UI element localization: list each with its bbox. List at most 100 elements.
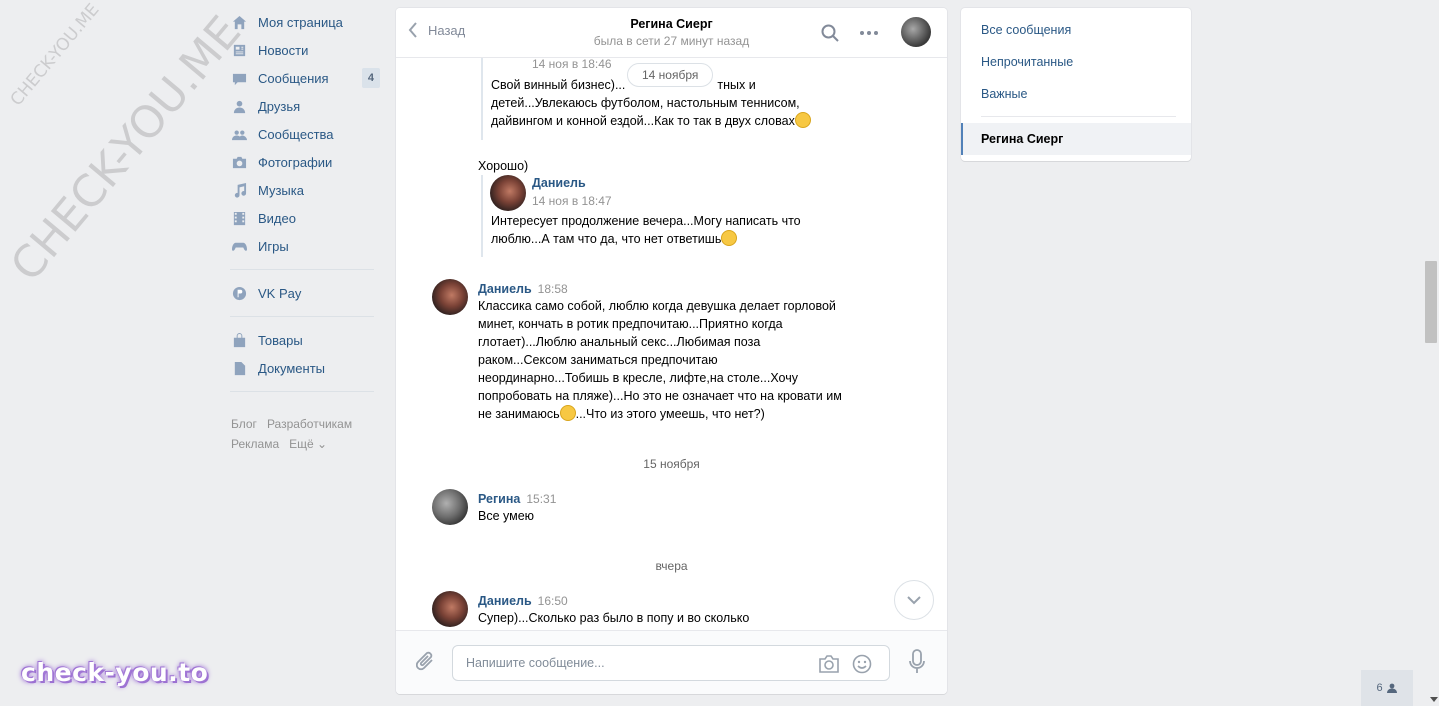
online-friends-chip[interactable]: 6	[1361, 670, 1413, 706]
message-text: Супер)...Сколько раз было в попу и во ск…	[478, 611, 750, 625]
nav-divider	[230, 391, 374, 392]
scroll-down-arrow-icon[interactable]	[1430, 697, 1438, 702]
message-text: дайвингом и конной ездой...Как то так в …	[491, 114, 795, 128]
chevron-down-icon	[907, 596, 921, 605]
watermark-small: CHECK-YOU.ME	[6, 0, 104, 111]
search-icon[interactable]	[821, 24, 839, 42]
nav-item-games[interactable]: Игры	[226, 232, 386, 260]
active-conversation[interactable]: Регина Сиерг	[961, 123, 1191, 155]
bag-icon	[230, 332, 248, 348]
nav-item-label: Новости	[258, 42, 309, 58]
emoji-icon	[559, 405, 576, 421]
nav-item-video[interactable]: Видео	[226, 204, 386, 232]
message-author[interactable]: Даниель	[532, 176, 586, 190]
floating-date-badge: 14 ноября	[627, 63, 714, 87]
emoji-icon	[794, 112, 811, 128]
avatar[interactable]	[432, 279, 468, 315]
music-icon	[230, 182, 248, 198]
panel-divider	[981, 116, 1176, 117]
friends-icon	[230, 98, 248, 114]
nav-item-goods[interactable]: Товары	[226, 326, 386, 354]
chat-window: Назад Регина Сиерг была в сети 27 минут …	[396, 8, 947, 694]
nav-item-label: Друзья	[258, 98, 301, 114]
message-author[interactable]: Регина	[478, 492, 520, 506]
avatar[interactable]	[901, 17, 931, 47]
nav-item-label: Видео	[258, 210, 296, 226]
message-text: минет, кончать в ротик предпочитаю...При…	[478, 317, 783, 331]
nav-item-my-page[interactable]: Моя страница	[226, 8, 386, 36]
nav-divider	[230, 316, 374, 317]
nav-item-label: Музыка	[258, 182, 304, 198]
avatar[interactable]	[432, 591, 468, 627]
message-author[interactable]: Даниель	[478, 282, 532, 296]
nav-item-news[interactable]: Новости	[226, 36, 386, 64]
vkpay-icon	[230, 285, 248, 301]
message-text: ...Что из этого умеешь, что нет?)	[575, 407, 765, 421]
message-text: люблю...А там что да, что нет ответишь	[491, 232, 722, 246]
document-icon	[230, 360, 248, 376]
nav-item-messages[interactable]: Сообщения 4	[226, 64, 386, 92]
footer-links: Блог Разработчикам Реклама Ещё ⌄	[226, 414, 386, 454]
nav-item-label: Фотографии	[258, 154, 333, 170]
date-separator: 15 ноября	[643, 457, 700, 471]
message-text: Интересует продолжение вечера...Могу нап…	[491, 214, 801, 228]
gamepad-icon	[230, 238, 248, 254]
forwarded-message: 14 ноя в 18:46 Свой винный бизнес)... тны…	[481, 48, 861, 140]
date-separator: вчера	[655, 559, 688, 573]
message-text: Все умею	[478, 509, 535, 523]
message-time: 15:31	[526, 492, 557, 506]
footer-link-developers[interactable]: Разработчикам	[267, 417, 352, 431]
message-history[interactable]: 14 ноября 14 ноя в 18:46 Свой винный биз…	[396, 48, 947, 630]
nav-item-label: Документы	[258, 360, 326, 376]
scroll-to-bottom-button[interactable]	[894, 580, 934, 620]
nav-item-vkpay[interactable]: VK Pay	[226, 279, 386, 307]
message-time: 14 ноя в 18:46	[532, 57, 612, 71]
message-text: глотает)...Люблю анальный секс...Любимая…	[478, 335, 761, 349]
nav-item-label: Товары	[258, 332, 303, 348]
nav-divider	[230, 269, 374, 270]
nav-item-label: VK Pay	[258, 285, 302, 301]
person-icon	[1386, 683, 1397, 693]
messages-filter-panel: Все сообщения Непрочитанные Важные Регин…	[961, 8, 1191, 161]
nav-item-friends[interactable]: Друзья	[226, 92, 386, 120]
message-text: не занимаюсь	[478, 407, 560, 421]
message-text: Классика само собой, люблю когда девушка…	[478, 299, 836, 313]
filter-all-messages[interactable]: Все сообщения	[961, 14, 1191, 46]
camera-icon	[230, 154, 248, 170]
footer-link-more[interactable]: Ещё ⌄	[289, 437, 327, 451]
filter-unread[interactable]: Непрочитанные	[961, 46, 1191, 78]
more-icon[interactable]	[859, 24, 879, 42]
avatar[interactable]	[432, 489, 468, 525]
chat-header: Назад Регина Сиерг была в сети 27 минут …	[396, 8, 947, 58]
online-count: 6	[1376, 682, 1383, 694]
paperclip-icon[interactable]	[416, 651, 436, 673]
message-text: Свой винный бизнес)...	[491, 78, 626, 92]
message-text: детей...Увлекаюсь футболом, настольным т…	[491, 96, 800, 110]
message-time: 14 ноя в 18:47	[532, 194, 612, 208]
message-input[interactable]: Напишите сообщение...	[452, 645, 890, 681]
footer-link-blog[interactable]: Блог	[231, 417, 257, 431]
footer-link-ads[interactable]: Реклама	[231, 437, 279, 451]
nav-item-label: Сообщества	[258, 126, 334, 142]
nav-item-photos[interactable]: Фотографии	[226, 148, 386, 176]
emoji-picker-icon[interactable]	[852, 654, 872, 674]
message-time: 16:50	[537, 594, 568, 608]
messages-icon	[230, 70, 248, 86]
camera-icon[interactable]	[818, 654, 840, 674]
groups-icon	[230, 126, 248, 142]
emoji-icon	[721, 230, 738, 246]
forwarded-message: Даниель 14 ноя в 18:47 Интересует продол…	[481, 175, 861, 257]
video-icon	[230, 210, 248, 226]
nav-item-documents[interactable]: Документы	[226, 354, 386, 382]
message-header: Даниель 18:58	[478, 281, 568, 296]
message-text: раком...Сексом заниматься предпочитаю	[478, 353, 718, 367]
filter-important[interactable]: Важные	[961, 78, 1191, 110]
page-scrollbar-thumb[interactable]	[1425, 261, 1437, 343]
message-header: Регина 15:31	[478, 491, 556, 506]
nav-item-music[interactable]: Музыка	[226, 176, 386, 204]
message-author[interactable]: Даниель	[478, 594, 532, 608]
message-body: Классика само собой, люблю когда девушка…	[478, 297, 878, 423]
nav-item-label: Игры	[258, 238, 289, 254]
nav-item-groups[interactable]: Сообщества	[226, 120, 386, 148]
microphone-icon[interactable]	[908, 649, 926, 675]
